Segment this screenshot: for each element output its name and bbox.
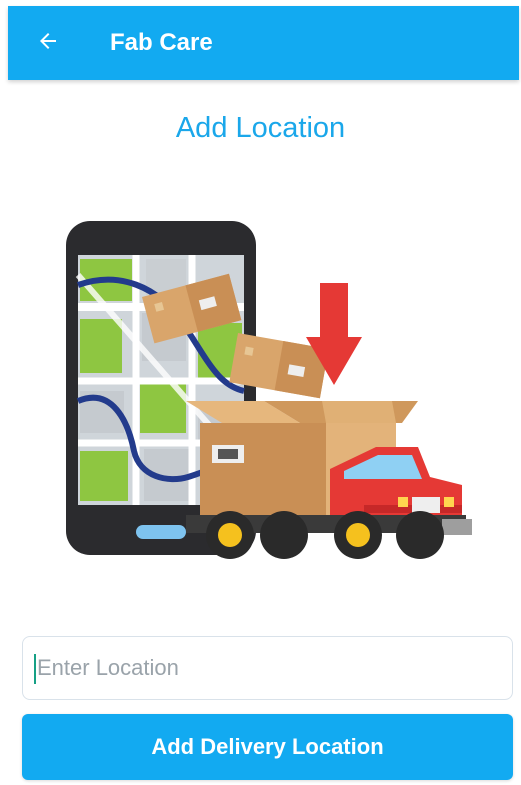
app-header: Fab Care — [8, 6, 519, 80]
location-input[interactable] — [22, 636, 513, 700]
page-title: Add Location — [175, 112, 346, 144]
arrow-left-icon — [36, 29, 60, 58]
truck-icon — [186, 401, 472, 559]
text-cursor — [34, 654, 36, 684]
delivery-illustration — [58, 215, 478, 575]
add-delivery-location-button[interactable]: Add Delivery Location — [22, 714, 513, 780]
back-button[interactable] — [32, 27, 64, 59]
app-title: Fab Care — [110, 29, 213, 56]
